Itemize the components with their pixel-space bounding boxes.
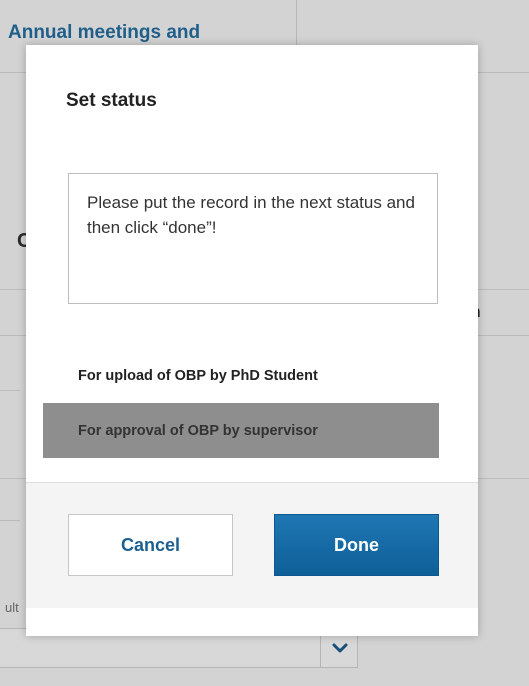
status-option-list: For upload of OBP by PhD Student For app… (43, 348, 439, 458)
status-option-upload[interactable]: For upload of OBP by PhD Student (43, 348, 439, 403)
dialog-title: Set status (66, 90, 157, 111)
chevron-down-icon (332, 643, 347, 653)
cancel-button[interactable]: Cancel (68, 514, 233, 576)
done-button[interactable]: Done (274, 514, 439, 576)
background-label: ult (5, 600, 19, 615)
set-status-dialog: Set status Please put the record in the … (26, 45, 478, 636)
background-table-line (0, 390, 20, 391)
status-message: Please put the record in the next status… (68, 173, 438, 304)
background-table-line (0, 520, 20, 521)
status-option-approval[interactable]: For approval of OBP by supervisor (43, 403, 439, 458)
background-heading: Annual meetings and (8, 22, 201, 43)
